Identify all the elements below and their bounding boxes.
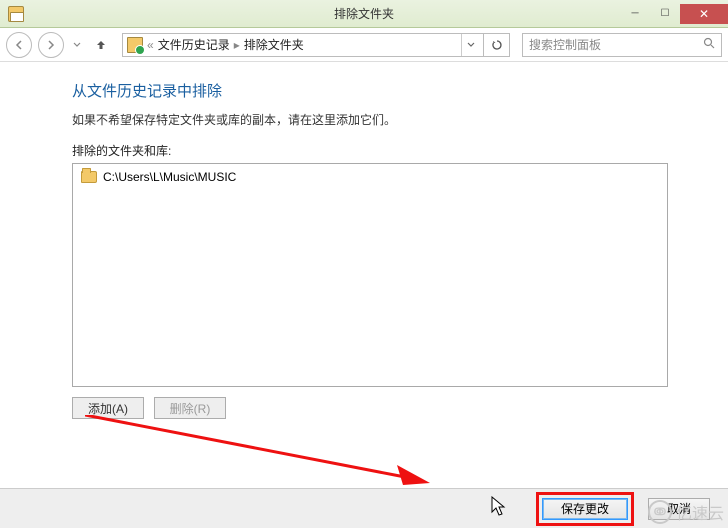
address-dropdown[interactable] bbox=[461, 34, 479, 56]
history-dropdown[interactable] bbox=[70, 38, 84, 52]
chevron-down-icon bbox=[467, 41, 475, 49]
breadcrumb-seg-1[interactable]: 文件历史记录 bbox=[158, 36, 230, 53]
breadcrumb-lead: « bbox=[147, 38, 154, 52]
list-buttons: 添加(A) 删除(R) bbox=[72, 397, 728, 419]
annotation-highlight: 保存更改 bbox=[536, 492, 634, 526]
address-bar[interactable]: « 文件历史记录 ▸ 排除文件夹 bbox=[122, 33, 484, 57]
list-label: 排除的文件夹和库: bbox=[72, 142, 728, 159]
search-placeholder: 搜索控制面板 bbox=[529, 36, 601, 53]
window-title: 排除文件夹 bbox=[0, 5, 728, 22]
search-input[interactable]: 搜索控制面板 bbox=[522, 33, 722, 57]
page-heading: 从文件历史记录中排除 bbox=[72, 80, 728, 101]
chevron-down-icon bbox=[73, 41, 81, 49]
address-wrap: « 文件历史记录 ▸ 排除文件夹 bbox=[122, 33, 510, 57]
content-area: 从文件历史记录中排除 如果不希望保存特定文件夹或库的副本，请在这里添加它们。 排… bbox=[0, 62, 728, 419]
cancel-button-label: 取消 bbox=[667, 500, 691, 517]
arrow-right-icon bbox=[45, 39, 57, 51]
save-button-label: 保存更改 bbox=[561, 500, 609, 517]
breadcrumb-sep-1: ▸ bbox=[234, 38, 240, 52]
remove-button-label: 删除(R) bbox=[170, 400, 211, 417]
save-button[interactable]: 保存更改 bbox=[542, 498, 628, 520]
refresh-button[interactable] bbox=[484, 33, 510, 57]
arrow-left-icon bbox=[13, 39, 25, 51]
folder-icon bbox=[81, 171, 97, 183]
forward-button[interactable] bbox=[38, 32, 64, 58]
titlebar: 排除文件夹 ─ ☐ ✕ bbox=[0, 0, 728, 28]
cancel-button[interactable]: 取消 bbox=[648, 498, 710, 520]
arrow-up-icon bbox=[94, 38, 108, 52]
bottom-bar: 保存更改 取消 bbox=[0, 488, 728, 528]
toolbar: « 文件历史记录 ▸ 排除文件夹 搜索控制面板 bbox=[0, 28, 728, 62]
list-item[interactable]: C:\Users\L\Music\MUSIC bbox=[77, 168, 663, 186]
breadcrumb-seg-2[interactable]: 排除文件夹 bbox=[244, 36, 304, 53]
remove-button: 删除(R) bbox=[154, 397, 226, 419]
add-button[interactable]: 添加(A) bbox=[72, 397, 144, 419]
search-icon bbox=[703, 37, 715, 52]
page-subtext: 如果不希望保存特定文件夹或库的副本，请在这里添加它们。 bbox=[72, 111, 728, 128]
add-button-label: 添加(A) bbox=[88, 400, 128, 417]
back-button[interactable] bbox=[6, 32, 32, 58]
refresh-icon bbox=[491, 39, 503, 51]
up-button[interactable] bbox=[90, 34, 112, 56]
list-item-path: C:\Users\L\Music\MUSIC bbox=[103, 170, 236, 184]
location-icon bbox=[127, 37, 143, 53]
excluded-listbox[interactable]: C:\Users\L\Music\MUSIC bbox=[72, 163, 668, 387]
annotation-arrow bbox=[85, 415, 430, 490]
